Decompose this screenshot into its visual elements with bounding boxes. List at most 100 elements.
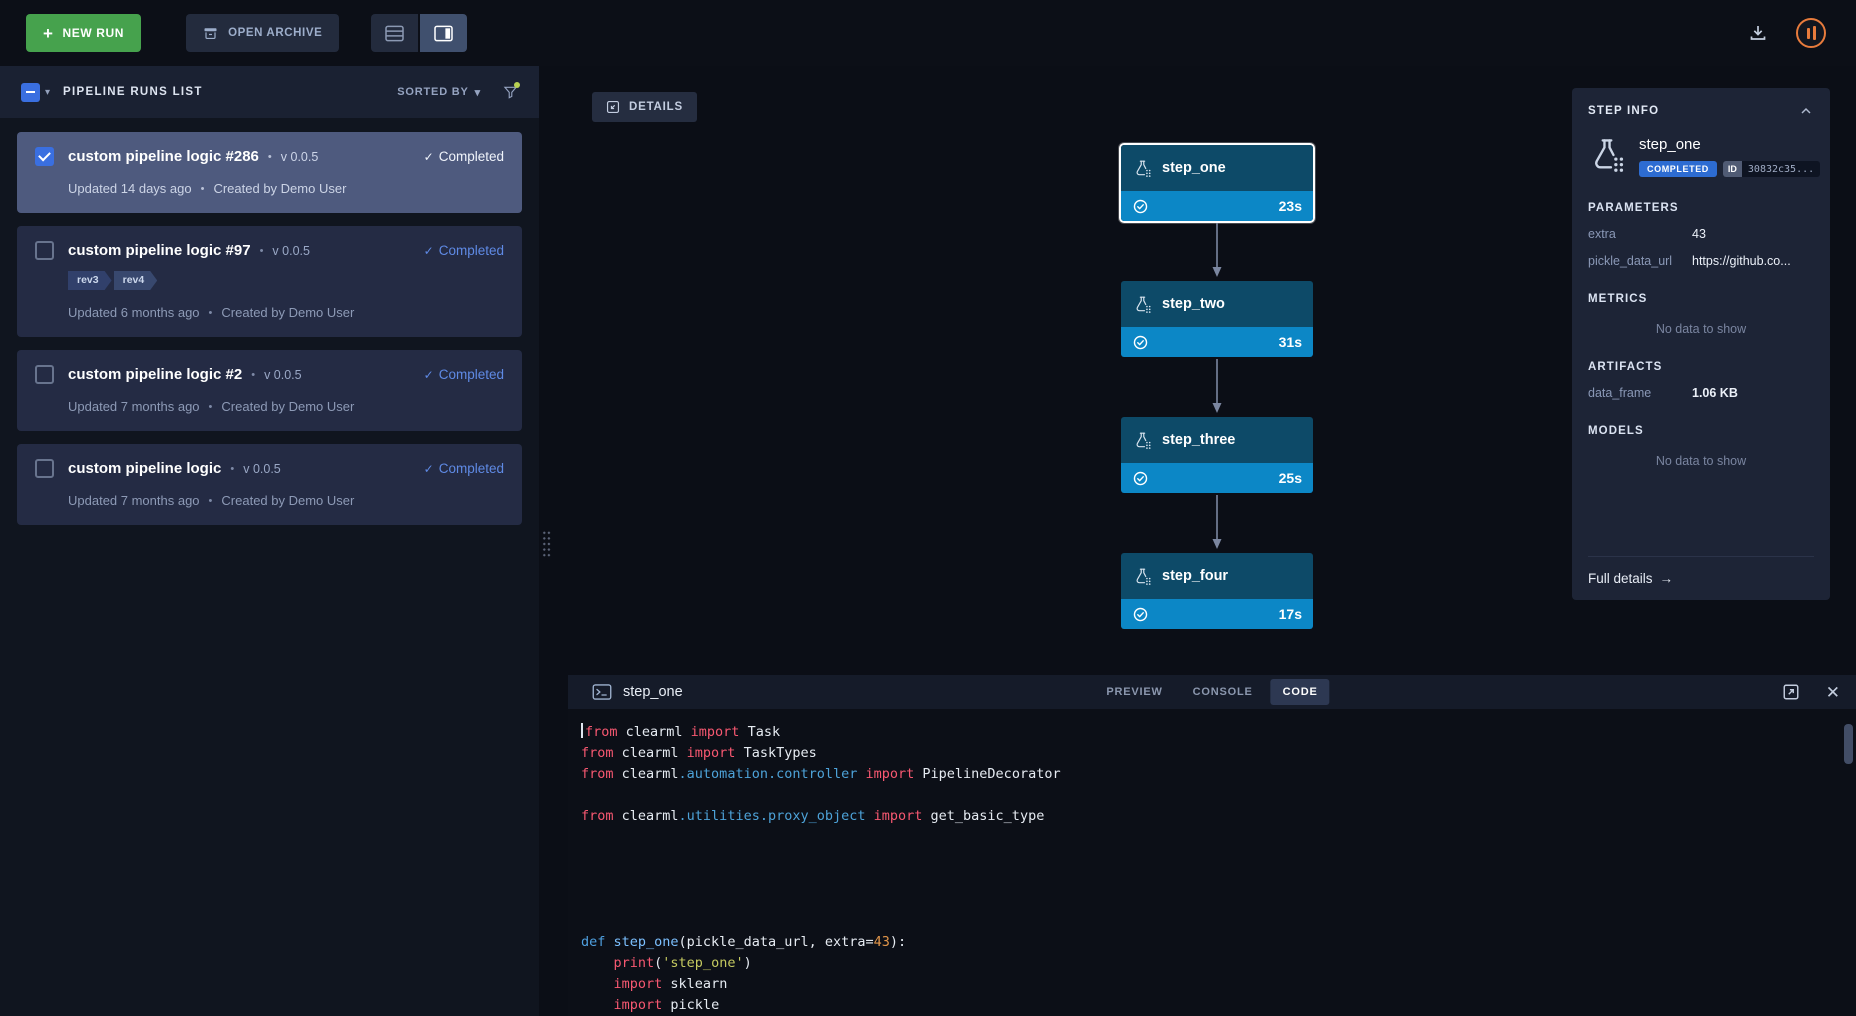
table-view-icon bbox=[385, 25, 404, 42]
node-runtime: 25s bbox=[1279, 470, 1302, 486]
run-status-label: Completed bbox=[439, 367, 504, 382]
dot-separator bbox=[209, 495, 213, 507]
flask-icon bbox=[1133, 295, 1152, 314]
check-circle-icon bbox=[1132, 606, 1149, 623]
metrics-section-label: METRICS bbox=[1588, 293, 1814, 305]
details-label: DETAILS bbox=[629, 101, 683, 113]
run-version: v 0.0.5 bbox=[272, 244, 310, 258]
run-card[interactable]: custom pipeline logic #2 v 0.0.5 Complet… bbox=[17, 350, 522, 431]
run-created: Created by Demo User bbox=[221, 493, 354, 508]
user-avatar[interactable] bbox=[1796, 18, 1826, 48]
run-checkbox[interactable] bbox=[35, 147, 54, 166]
node-status-bar: 25s bbox=[1121, 463, 1313, 493]
run-card[interactable]: custom pipeline logic v 0.0.5 Completed … bbox=[17, 444, 522, 525]
code-lines: from clearml import Taskfrom clearml imp… bbox=[581, 722, 1836, 1016]
expand-panel-button[interactable] bbox=[1782, 683, 1800, 701]
run-checkbox[interactable] bbox=[35, 365, 54, 384]
models-section-label: MODELS bbox=[1588, 425, 1814, 437]
check-icon bbox=[424, 244, 434, 258]
panel-resize-divider bbox=[539, 66, 568, 1016]
select-all-checkbox[interactable] bbox=[21, 83, 40, 102]
sorted-by-dropdown[interactable]: SORTED BY ▾ bbox=[397, 86, 481, 99]
dag-node-step-three[interactable]: step_three 25s bbox=[1119, 415, 1315, 495]
arrow-right-icon bbox=[1653, 571, 1674, 586]
dot-separator bbox=[209, 401, 213, 413]
tab-preview[interactable]: PREVIEW bbox=[1094, 679, 1174, 705]
run-title: custom pipeline logic #97 bbox=[68, 242, 251, 259]
open-archive-button[interactable]: OPEN ARCHIVE bbox=[186, 14, 339, 52]
download-icon bbox=[1748, 23, 1768, 43]
flask-icon bbox=[1133, 159, 1152, 178]
dag-edge-arrow bbox=[1210, 223, 1224, 279]
artifact-value: 1.06 KB bbox=[1692, 386, 1814, 400]
sorted-by-label: SORTED BY bbox=[397, 86, 468, 98]
dag-node-step-two[interactable]: step_two 31s bbox=[1119, 279, 1315, 359]
step-id-badge[interactable]: ID 30832c35... bbox=[1723, 161, 1820, 177]
dag-node-step-one[interactable]: step_one 23s bbox=[1119, 143, 1315, 223]
run-tags: rev3 rev4 bbox=[35, 271, 504, 290]
node-runtime: 17s bbox=[1279, 606, 1302, 622]
table-view-button[interactable] bbox=[371, 14, 418, 52]
run-updated: Updated 14 days ago bbox=[68, 181, 192, 196]
dag-row: DETAILS step_one 23s bbox=[568, 66, 1856, 675]
pipeline-dag-canvas[interactable]: DETAILS step_one 23s bbox=[568, 66, 1572, 675]
details-icon bbox=[606, 100, 620, 114]
details-button[interactable]: DETAILS bbox=[592, 92, 697, 122]
run-created: Created by Demo User bbox=[213, 181, 346, 196]
dot-separator bbox=[260, 245, 264, 257]
models-empty-message: No data to show bbox=[1588, 454, 1814, 468]
collapse-panel-button[interactable] bbox=[1798, 103, 1814, 119]
drag-handle[interactable] bbox=[542, 530, 552, 558]
run-card[interactable]: custom pipeline logic #97 v 0.0.5 Comple… bbox=[17, 226, 522, 337]
filter-button[interactable] bbox=[503, 85, 518, 100]
node-status-bar: 31s bbox=[1121, 327, 1313, 357]
artifact-key: data_frame bbox=[1588, 386, 1692, 400]
code-panel-tabs: PREVIEW CONSOLE CODE bbox=[1094, 679, 1329, 705]
run-checkbox[interactable] bbox=[35, 459, 54, 478]
parameter-key: extra bbox=[1588, 227, 1692, 241]
main-panel: DETAILS step_one 23s bbox=[568, 66, 1856, 1016]
dag-edge-arrow bbox=[1210, 495, 1224, 551]
run-status: Completed bbox=[424, 243, 504, 258]
run-status-label: Completed bbox=[439, 243, 504, 258]
open-archive-label: OPEN ARCHIVE bbox=[228, 27, 322, 39]
scrollbar-thumb[interactable] bbox=[1844, 724, 1853, 764]
id-label: ID bbox=[1723, 161, 1742, 177]
check-icon bbox=[424, 462, 434, 476]
dag-node-step-four[interactable]: step_four 17s bbox=[1119, 551, 1315, 631]
run-checkbox[interactable] bbox=[35, 241, 54, 260]
status-badge: COMPLETED bbox=[1639, 161, 1717, 177]
tab-code[interactable]: CODE bbox=[1271, 679, 1330, 705]
split-view-button[interactable] bbox=[420, 14, 467, 52]
download-button[interactable] bbox=[1748, 23, 1768, 43]
content-area: ▾ PIPELINE RUNS LIST SORTED BY ▾ custom … bbox=[0, 66, 1856, 1016]
plus-icon: + bbox=[43, 25, 54, 42]
tag-badge: rev3 bbox=[68, 271, 112, 290]
chevron-up-icon bbox=[1798, 103, 1814, 119]
chevron-down-icon: ▾ bbox=[475, 86, 481, 99]
node-status-bar: 17s bbox=[1121, 599, 1313, 629]
run-meta: Updated 7 months ago Created by Demo Use… bbox=[35, 493, 504, 508]
run-status: Completed bbox=[424, 461, 504, 476]
parameter-key: pickle_data_url bbox=[1588, 254, 1692, 268]
metrics-empty-message: No data to show bbox=[1588, 322, 1814, 336]
code-panel-header: step_one PREVIEW CONSOLE CODE ✕ bbox=[568, 675, 1856, 709]
run-card[interactable]: custom pipeline logic #286 v 0.0.5 Compl… bbox=[17, 132, 522, 213]
tab-console[interactable]: CONSOLE bbox=[1181, 679, 1265, 705]
close-panel-button[interactable]: ✕ bbox=[1826, 684, 1840, 701]
node-runtime: 23s bbox=[1279, 198, 1302, 214]
logo-bar-icon bbox=[1813, 26, 1816, 40]
full-details-link[interactable]: Full details bbox=[1588, 556, 1814, 586]
parameter-row: extra 43 bbox=[1588, 227, 1814, 241]
open-in-window-icon bbox=[1782, 683, 1800, 701]
flask-icon bbox=[1588, 136, 1626, 174]
parameter-row: pickle_data_url https://github.co... bbox=[1588, 254, 1814, 268]
run-title: custom pipeline logic #286 bbox=[68, 148, 259, 165]
check-circle-icon bbox=[1132, 198, 1149, 215]
artifact-row: data_frame 1.06 KB bbox=[1588, 386, 1814, 400]
run-status: Completed bbox=[424, 149, 504, 164]
pipeline-runs-sidebar: ▾ PIPELINE RUNS LIST SORTED BY ▾ custom … bbox=[0, 66, 539, 1016]
dag-edge-arrow bbox=[1210, 359, 1224, 415]
new-run-button[interactable]: + NEW RUN bbox=[26, 14, 141, 52]
chevron-down-icon[interactable]: ▾ bbox=[45, 87, 50, 98]
